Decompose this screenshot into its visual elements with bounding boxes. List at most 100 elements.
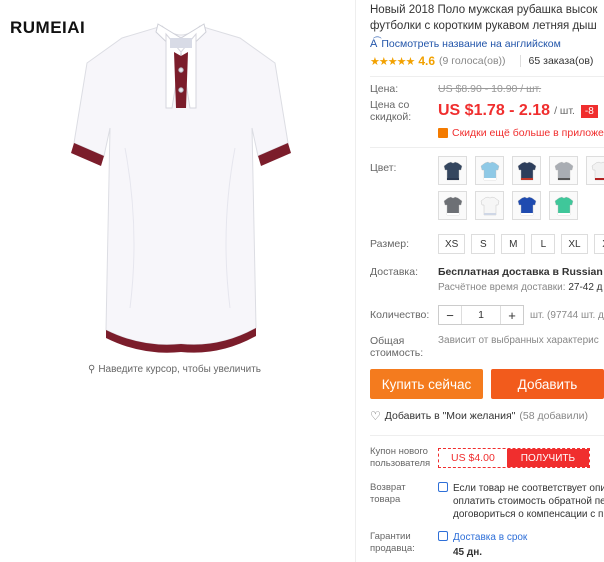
shirt-thumbnail-icon — [443, 161, 462, 180]
divider — [370, 147, 604, 148]
price-label: Цена: — [370, 83, 399, 95]
shirt-thumbnail-icon — [443, 196, 462, 215]
color-swatch-royal-blue[interactable] — [512, 191, 541, 220]
color-label: Цвет: — [370, 162, 397, 174]
return-info: Если товар не соответствует опи оплатить… — [438, 482, 604, 521]
guarantee-info: Доставка в срок 45 дн. — [438, 531, 527, 559]
star-rating-icon: ★★★★★ — [370, 55, 415, 68]
shipping-row: Доставка: Бесплатная доставка в Russian … — [370, 266, 604, 293]
add-to-cart-button[interactable]: Добавить — [491, 369, 604, 399]
quantity-input[interactable]: 1 — [461, 306, 501, 324]
shipping-label: Доставка: — [370, 266, 419, 278]
return-row: Возврат товара Если товар не соответству… — [370, 482, 604, 521]
size-row: Размер: XSSMLXLX — [370, 234, 604, 254]
zoom-hint-text: Наведите курсор, чтобы увеличить — [98, 364, 261, 375]
qr-code-icon — [438, 128, 448, 138]
coupon-box: US $4.00 ПОЛУЧИТЬ — [438, 448, 591, 468]
discount-price-row: Цена со скидкой: US $1.78 - 2.18 / шт. -… — [370, 99, 604, 123]
current-price: US $1.78 - 2.18 — [438, 102, 551, 119]
size-options: XSSMLXLX — [438, 234, 604, 254]
translate-link-text: Посмотреть название на английском — [381, 38, 561, 50]
app-promo-text: Скидки ещё больше в приложени — [452, 127, 604, 139]
color-swatch-gray[interactable] — [549, 156, 578, 185]
stock-available: шт. (97744 шт. доступно) — [530, 309, 604, 321]
return-line3: договориться о компенсации с п — [453, 509, 604, 520]
shipping-title[interactable]: Бесплатная доставка в Russian Fed — [438, 266, 604, 278]
return-line1: Если товар не соответствует опи — [453, 483, 604, 494]
coupon-label: Купон нового пользователя — [370, 446, 431, 469]
app-promo-row: Скидки ещё больше в приложени — [370, 127, 604, 139]
quantity-minus-button[interactable]: − — [439, 308, 461, 323]
rating-votes[interactable]: (9 голоса(ов)) — [439, 55, 506, 67]
size-option-m[interactable]: M — [501, 234, 526, 254]
discount-price-label: Цена со скидкой: — [370, 99, 412, 123]
quantity-plus-button[interactable]: + — [501, 308, 523, 323]
delivery-estimate-label: Расчётное время доставки: — [438, 282, 566, 293]
color-swatch-dark-gray[interactable] — [438, 191, 467, 220]
return-policy-icon — [438, 482, 448, 492]
guarantee-label: Гарантии продавца: — [370, 531, 415, 554]
coupon-amount: US $4.00 — [451, 452, 495, 464]
coupon-row: Купон нового пользователя US $4.00 ПОЛУЧ… — [370, 446, 604, 470]
rating-row: ★★★★★ 4.6 (9 голоса(ов)) 65 заказа(ов) — [370, 54, 604, 68]
size-option-xl[interactable]: XL — [561, 234, 588, 254]
shirt-thumbnail-icon — [591, 161, 604, 180]
wishlist-count: (58 добавили) — [519, 410, 588, 422]
size-option-l[interactable]: L — [531, 234, 556, 254]
translate-icon: A͡ — [370, 38, 378, 50]
color-row: Цвет: — [370, 156, 604, 220]
quantity-row: Количество: − 1 + шт. (97744 шт. доступн… — [370, 305, 604, 325]
orders-count: 65 заказа(ов) — [519, 55, 593, 67]
product-title: Новый 2018 Поло мужская рубашка высок фу… — [370, 2, 604, 34]
color-swatch-navy[interactable] — [438, 156, 467, 185]
total-row: Общая стоимость: Зависит от выбранных ха… — [370, 335, 604, 359]
divider — [370, 76, 604, 77]
delivery-estimate: Расчётное время доставки: 27-42 д — [438, 282, 604, 293]
size-option-s[interactable]: S — [471, 234, 496, 254]
old-price: US $8.90 - 10.90 / шт. — [438, 83, 542, 95]
quantity-stepper: − 1 + — [438, 305, 524, 325]
shirt-thumbnail-icon — [480, 196, 499, 215]
quantity-label: Количество: — [370, 309, 430, 321]
color-swatch-light-blue[interactable] — [475, 156, 504, 185]
price-row: Цена: US $8.90 - 10.90 / шт. — [370, 83, 604, 95]
color-swatch-mint[interactable] — [549, 191, 578, 220]
app-promo-link[interactable]: Скидки ещё больше в приложени — [438, 127, 604, 139]
product-title-line1: Новый 2018 Поло мужская рубашка высок — [370, 4, 598, 16]
shirt-thumbnail-icon — [554, 161, 573, 180]
shirt-thumbnail-icon — [517, 196, 536, 215]
wishlist-label: Добавить в "Мои желания" — [384, 410, 516, 422]
guarantee-title: Доставка в срок — [453, 532, 528, 543]
discount-badge: -8 — [580, 104, 598, 118]
shipping-info: Бесплатная доставка в Russian Fed Расчёт… — [438, 266, 604, 293]
coupon-get-button[interactable]: ПОЛУЧИТЬ — [506, 449, 590, 467]
magnifier-icon: ⚲ — [88, 364, 96, 375]
wishlist-link[interactable]: ♡ Добавить в "Мои желания" (58 добавили) — [370, 409, 604, 423]
color-swatch-white-red[interactable] — [586, 156, 604, 185]
size-option-xs[interactable]: XS — [438, 234, 466, 254]
product-image[interactable] — [70, 8, 292, 360]
shirt-thumbnail-icon — [480, 161, 499, 180]
heart-icon: ♡ — [370, 409, 381, 423]
on-time-delivery-icon — [438, 531, 448, 541]
product-info-panel: Новый 2018 Поло мужская рубашка высок фу… — [355, 0, 604, 562]
guarantee-row: Гарантии продавца: Доставка в срок 45 дн… — [370, 531, 604, 559]
divider — [370, 435, 604, 436]
shirt-thumbnail-icon — [517, 161, 536, 180]
buy-now-button[interactable]: Купить сейчас — [370, 369, 483, 399]
total-label: Общая стоимость: — [370, 335, 424, 359]
return-label: Возврат товара — [370, 482, 406, 505]
shirt-thumbnail-icon — [554, 196, 573, 215]
size-option-x[interactable]: X — [593, 234, 604, 254]
color-swatch-navy-stripe[interactable] — [512, 156, 541, 185]
size-label: Размер: — [370, 238, 410, 250]
translate-link[interactable]: A͡ Посмотреть название на английском — [370, 38, 604, 50]
delivery-estimate-value: 27-42 д — [568, 282, 603, 293]
return-line2: оплатить стоимость обратной пер — [453, 496, 604, 507]
guarantee-days: 45 дн. — [453, 547, 483, 558]
color-swatch-white[interactable] — [475, 191, 504, 220]
total-value: Зависит от выбранных характерис — [438, 335, 599, 346]
price-unit: / шт. — [554, 105, 575, 117]
color-swatches — [438, 156, 604, 220]
product-title-line2: футболки с коротким рукавом летняя дыш — [370, 20, 597, 32]
